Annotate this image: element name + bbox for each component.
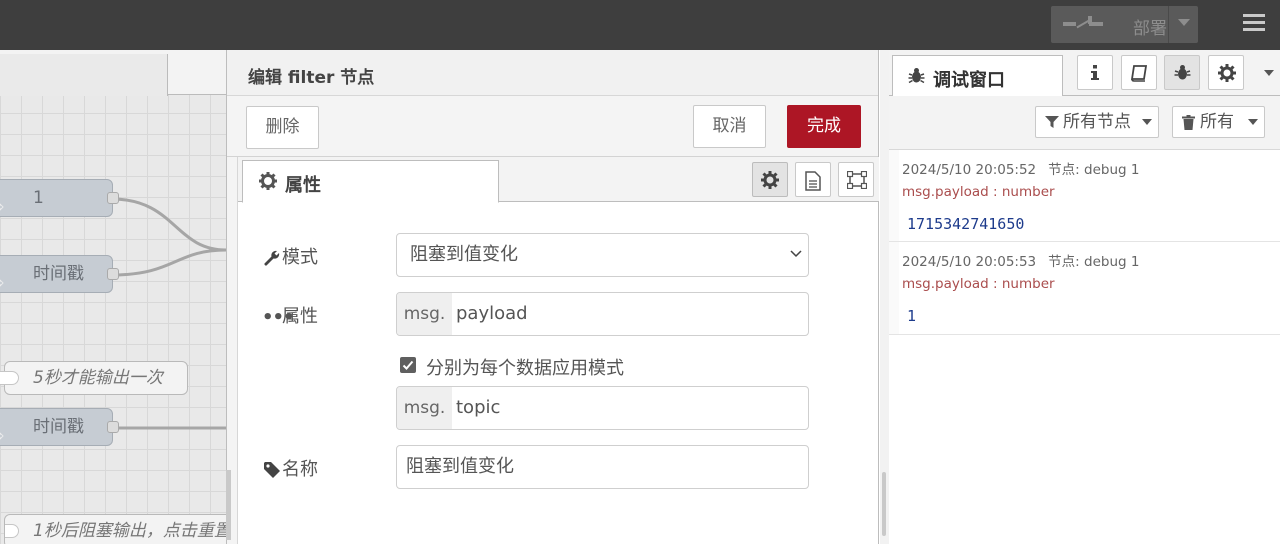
debug-message-value[interactable]: 1715342741650	[907, 215, 1024, 233]
separate-mode-checkbox[interactable]	[400, 357, 416, 373]
wires	[111, 197, 226, 430]
deploy-button[interactable]: 部署	[1051, 6, 1198, 43]
book-icon	[1131, 65, 1148, 82]
separate-mode-label: 分别为每个数据应用模式	[426, 358, 624, 379]
debug-message-value[interactable]: 1	[907, 307, 916, 325]
tray-scrollbar[interactable]	[880, 50, 889, 544]
flow-node[interactable]: ⇨ 时间戳	[0, 408, 119, 446]
filter-icon	[1045, 116, 1059, 128]
gear-icon	[259, 172, 277, 190]
bug-icon	[1174, 65, 1191, 80]
debug-message-meta: 2024/5/10 20:05:52 节点: debug 1	[902, 162, 1140, 178]
tab-debug-label: 调试窗口	[933, 70, 1005, 91]
gear-icon	[1218, 64, 1236, 82]
tab-description[interactable]	[795, 162, 831, 197]
debug-message-path[interactable]: msg.payload : number	[902, 184, 1055, 200]
tab-debug-icon[interactable]	[1164, 55, 1200, 90]
tab-appearance[interactable]	[838, 162, 874, 197]
tab-help[interactable]	[1121, 55, 1157, 90]
tab-properties[interactable]: 属性	[242, 160, 499, 203]
delete-button[interactable]: 删除	[246, 106, 319, 149]
tray-title: 编辑 filter 节点	[248, 68, 375, 88]
mode-label: 模式	[262, 243, 318, 269]
wrench-icon	[264, 250, 280, 266]
tray-header: 编辑 filter 节点	[227, 50, 878, 96]
flow-comment[interactable]: 1秒后阻塞输出，点击重置	[4, 514, 226, 544]
debug-message[interactable]: 2024/5/10 20:05:52 节点: debug 1 msg.payloa…	[889, 150, 1280, 242]
chevron-down-icon	[1248, 119, 1258, 125]
output-port[interactable]	[107, 421, 119, 433]
frame-icon	[847, 171, 867, 189]
debug-toolbar: 所有节点 所有	[889, 96, 1280, 150]
chevron-down-icon[interactable]	[1263, 69, 1275, 77]
flow-workspace[interactable]: ⇨ 1 ⇨ 时间戳 5秒才能输出一次 ⇨ 时间戳 1秒后阻塞输出，点击重置	[0, 50, 226, 544]
document-icon	[805, 171, 821, 191]
edit-tray: 编辑 filter 节点 删除 取消 完成 属性 模式 阻塞到值变化 •••属性…	[226, 50, 879, 544]
trash-icon	[1182, 115, 1195, 130]
resize-handle[interactable]	[226, 470, 231, 540]
flow-comment[interactable]: 5秒才能输出一次	[0, 361, 188, 395]
bug-icon	[908, 68, 925, 84]
gear-icon	[761, 171, 779, 189]
output-port[interactable]	[107, 268, 119, 280]
cancel-button[interactable]: 取消	[693, 105, 766, 148]
editor-tabs: 属性	[238, 157, 879, 203]
main-menu-button[interactable]	[1237, 10, 1271, 40]
info-icon	[1091, 65, 1099, 80]
deploy-label: 部署	[1133, 19, 1167, 39]
app-header: 部署	[0, 0, 1280, 50]
tab-settings[interactable]	[752, 162, 788, 197]
flow-node[interactable]: ⇨ 时间戳	[0, 255, 119, 293]
tray-body: 属性 模式 阻塞到值变化 •••属性 msg. payload 分别为每个数据应…	[237, 157, 879, 544]
output-port[interactable]	[107, 192, 119, 204]
clear-messages-button[interactable]: 所有	[1172, 106, 1265, 138]
tab-info[interactable]	[1077, 55, 1113, 90]
tab-config[interactable]	[1208, 55, 1244, 90]
chevron-down-icon	[1142, 119, 1152, 125]
scroll-thumb[interactable]	[882, 472, 886, 536]
debug-node-link[interactable]: 节点: debug 1	[1048, 254, 1139, 270]
chevron-down-icon[interactable]	[1177, 18, 1191, 28]
mode-select[interactable]: 阻塞到值变化	[396, 233, 809, 277]
tab-properties-label: 属性	[285, 175, 321, 196]
tag-icon	[264, 462, 280, 478]
topic-type-prefix[interactable]: msg.	[397, 387, 452, 429]
property-label: •••属性	[262, 306, 318, 328]
debug-message-meta: 2024/5/10 20:05:53 节点: debug 1	[902, 254, 1140, 270]
hamburger-icon	[1243, 14, 1265, 17]
arrow-icon: ⇨	[0, 189, 4, 225]
tab-debug[interactable]: 调试窗口	[892, 55, 1063, 97]
sidebar-tabs: 调试窗口	[889, 50, 1280, 97]
check-icon	[402, 360, 414, 370]
arrow-icon: ⇨	[0, 418, 4, 454]
debug-message-path[interactable]: msg.payload : number	[902, 276, 1055, 292]
name-label: 名称	[262, 455, 318, 481]
debug-node-link[interactable]: 节点: debug 1	[1048, 162, 1139, 178]
property-type-prefix[interactable]: msg.	[397, 293, 452, 335]
debug-message[interactable]: 2024/5/10 20:05:53 节点: debug 1 msg.payloa…	[889, 242, 1280, 335]
flow-node[interactable]: ⇨ 1	[0, 179, 119, 217]
name-input[interactable]: 阻塞到值变化	[396, 445, 809, 489]
chevron-down-icon	[790, 250, 802, 258]
deploy-icon	[1063, 16, 1103, 29]
filter-nodes-button[interactable]: 所有节点	[1035, 106, 1159, 138]
debug-sidebar: 调试窗口 所有节点 所有 2024/5/10 20:05:52 节点: debu…	[889, 50, 1280, 544]
property-input[interactable]: msg. payload	[396, 292, 809, 336]
ellipsis-icon: •••	[262, 306, 295, 328]
arrow-icon: ⇨	[0, 265, 4, 301]
topic-input[interactable]: msg. topic	[396, 386, 809, 430]
done-button[interactable]: 完成	[787, 105, 861, 148]
tray-toolbar: 删除 取消 完成	[227, 96, 878, 157]
